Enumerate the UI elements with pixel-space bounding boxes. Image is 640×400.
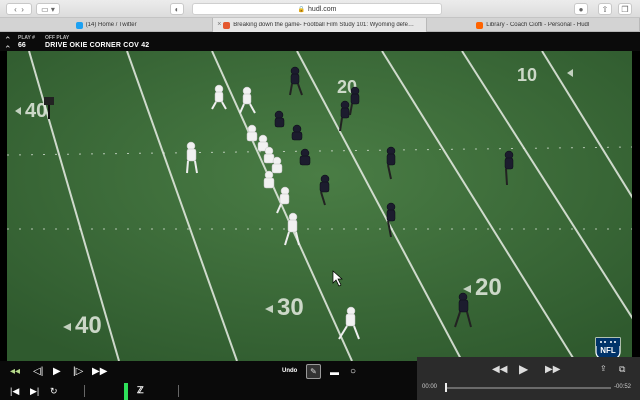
tabs-overview-button[interactable]: ❐ xyxy=(618,3,632,15)
remaining-time: -00:52 xyxy=(614,384,632,390)
pen-icon: ✎ xyxy=(310,367,317,376)
tabs-overview-icon: ❐ xyxy=(621,4,629,14)
extension-icon: ● xyxy=(578,4,584,14)
scrubber-track[interactable] xyxy=(445,387,611,389)
back-forward-buttons[interactable]: ‹ › xyxy=(6,3,32,15)
extension-button[interactable]: ● xyxy=(574,3,588,15)
offensive-player xyxy=(263,146,275,164)
loop-icon[interactable]: ↻ xyxy=(50,386,58,397)
embedded-player-controls: ◀◀ ▶ ▶▶ ⇪ ⧉ 00:00 -00:52 xyxy=(417,357,640,400)
tab-label: Library - Coach Cioffi - Personal - Hudl xyxy=(486,22,590,28)
tab-label: Breaking down the game- Football Film St… xyxy=(233,22,416,28)
play-type-label: OFF PLAY xyxy=(45,35,70,41)
draw-tool-button[interactable]: ✎ xyxy=(306,364,321,379)
timeline-divider xyxy=(178,385,179,397)
skip-forward-icon[interactable]: ▶▶ xyxy=(545,364,560,375)
back-icon[interactable]: ‹ xyxy=(14,5,17,14)
address-bar[interactable]: 🔒 hudl.com xyxy=(192,3,442,15)
forward-icon[interactable]: › xyxy=(21,5,24,14)
svg-text:NFL: NFL xyxy=(600,346,616,355)
play-icon[interactable]: ▶ xyxy=(53,366,61,378)
defensive-player xyxy=(291,124,303,141)
yard-number: 10 xyxy=(517,65,537,85)
offensive-player xyxy=(263,170,275,189)
tab-bar: (14) Home / Twitter × Breaking down the … xyxy=(0,18,640,32)
circle-tool-icon[interactable]: ○ xyxy=(350,366,356,378)
sidebar-icon: ▭ ▾ xyxy=(41,4,55,14)
telestrate-icon[interactable]: ℤ xyxy=(137,385,144,396)
shield-icon: ◐ xyxy=(174,4,180,14)
previous-clip-icon[interactable]: |◀ xyxy=(10,386,19,397)
play-name: DRIVE OKIE CORNER COV 42 xyxy=(45,42,150,49)
video-frame[interactable]: 40 40 30 20 20 10 NFL xyxy=(7,51,632,361)
rewind-icon[interactable]: ◀◀ xyxy=(492,364,507,375)
timeline-divider xyxy=(84,385,85,397)
picture-in-picture-icon[interactable]: ⧉ xyxy=(619,364,625,375)
defensive-player xyxy=(299,148,311,166)
play-header: ⌃ ⌃ PLAY # 66 OFF PLAY DRIVE OKIE CORNER … xyxy=(0,32,640,54)
tab-hudl-library[interactable]: Library - Coach Cioffi - Personal - Hudl xyxy=(427,18,640,32)
defensive-player xyxy=(274,110,285,128)
close-tab-icon[interactable]: × xyxy=(217,21,221,28)
football-field: 40 40 30 20 20 10 xyxy=(7,51,632,361)
current-time: 00:00 xyxy=(422,384,438,390)
sidebar-button[interactable]: ▭ ▾ xyxy=(36,3,60,15)
player-play-icon[interactable]: ▶ xyxy=(519,362,528,376)
twitter-favicon-icon xyxy=(75,21,83,29)
play-number-label: PLAY # xyxy=(18,35,35,41)
next-clip-icon[interactable]: ▶| xyxy=(30,386,39,397)
yard-number: 40 xyxy=(75,312,102,339)
tab-twitter[interactable]: (14) Home / Twitter xyxy=(0,18,214,32)
tab-label: (14) Home / Twitter xyxy=(85,22,137,28)
undo-button[interactable]: Undo xyxy=(282,368,297,374)
upload-icon[interactable]: ⇪ xyxy=(600,364,607,373)
play-number: 66 xyxy=(18,42,26,49)
privacy-button[interactable]: ◐ xyxy=(170,3,184,15)
video-controls: ◂◂ ◁| ▶ |▷ ▶▶ Undo ✎ ▬ ○ xyxy=(0,361,417,383)
browser-toolbar: ‹ › ▭ ▾ ◐ 🔒 hudl.com ● ⇧ ❐ xyxy=(0,0,640,18)
offensive-player xyxy=(271,156,283,174)
frame-back-icon[interactable]: ◁| xyxy=(33,366,43,378)
yard-number: 40 xyxy=(25,100,47,122)
comment-icon[interactable]: ▬ xyxy=(330,366,339,378)
frame-forward-icon[interactable]: |▷ xyxy=(73,366,83,378)
yard-number: 20 xyxy=(475,274,502,301)
timeline-highlight-marker[interactable] xyxy=(124,383,128,400)
tab-film-study[interactable]: × Breaking down the game- Football Film … xyxy=(213,18,427,32)
offensive-player xyxy=(246,124,258,142)
yard-number: 30 xyxy=(277,294,304,321)
scrubber-handle[interactable] xyxy=(445,383,447,392)
screen: ‹ › ▭ ▾ ◐ 🔒 hudl.com ● ⇧ ❐ (14) Home / T… xyxy=(0,0,640,400)
lock-icon: 🔒 xyxy=(297,6,306,13)
fast-forward-icon[interactable]: ▶▶ xyxy=(92,366,107,378)
url-text: hudl.com xyxy=(308,5,337,13)
blog-favicon-icon xyxy=(223,21,231,29)
slow-motion-icon[interactable]: ◂◂ xyxy=(10,366,20,378)
share-button[interactable]: ⇧ xyxy=(598,3,612,15)
share-icon: ⇧ xyxy=(601,4,609,14)
hudl-favicon-icon xyxy=(476,21,484,29)
clip-navigation: |◀ ▶| ↻ xyxy=(0,383,417,400)
